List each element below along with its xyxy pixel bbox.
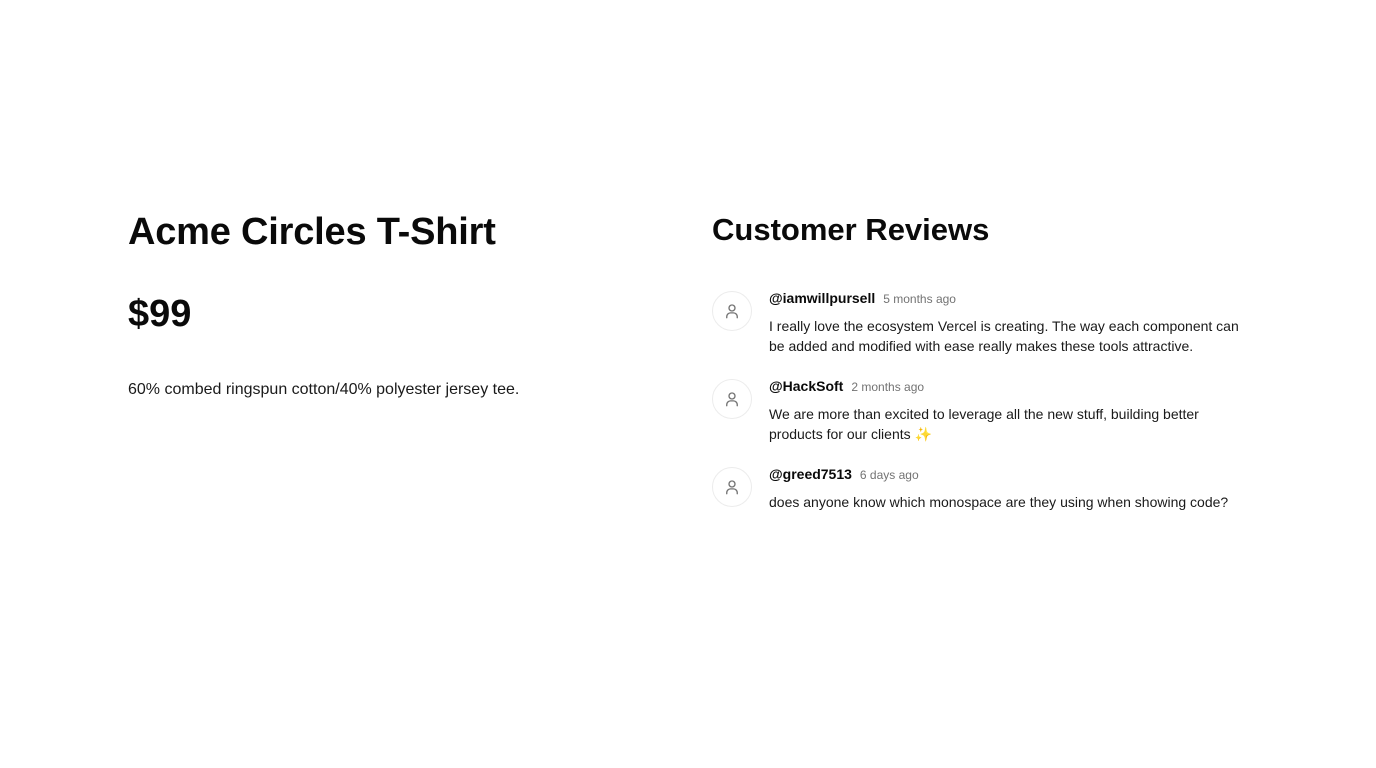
review-username: @greed7513 bbox=[769, 466, 852, 482]
user-icon bbox=[726, 480, 738, 495]
review-list: @iamwillpursell 5 months ago I really lo… bbox=[712, 290, 1252, 512]
avatar bbox=[712, 467, 752, 507]
review-timestamp: 5 months ago bbox=[883, 292, 956, 306]
review-username: @HackSoft bbox=[769, 378, 844, 394]
product-description: 60% combed ringspun cotton/40% polyester… bbox=[128, 381, 520, 398]
product-title: Acme Circles T-Shirt bbox=[128, 211, 496, 253]
avatar bbox=[712, 379, 752, 419]
review-text: I really love the ecosystem Vercel is cr… bbox=[769, 318, 1239, 354]
review-item: @iamwillpursell 5 months ago I really lo… bbox=[712, 290, 1252, 356]
review-body: @greed7513 6 days ago does anyone know w… bbox=[769, 466, 1249, 512]
review-timestamp: 2 months ago bbox=[851, 380, 925, 394]
avatar bbox=[712, 291, 752, 331]
review-username: @iamwillpursell bbox=[769, 290, 876, 306]
review-header: @greed7513 6 days ago bbox=[769, 466, 1249, 486]
review-text: does anyone know which monospace are the… bbox=[769, 494, 1229, 510]
review-item: @HackSoft 2 months ago We are more than … bbox=[712, 378, 1252, 444]
reviews-title: Customer Reviews bbox=[712, 212, 990, 247]
review-body: @HackSoft 2 months ago We are more than … bbox=[769, 378, 1249, 444]
review-text: We are more than excited to leverage all… bbox=[769, 406, 1199, 442]
user-icon bbox=[726, 304, 738, 319]
page: Acme Circles T-Shirt $99 60% combed ring… bbox=[0, 0, 1376, 768]
product-details: Acme Circles T-Shirt $99 60% combed ring… bbox=[128, 208, 648, 402]
review-header: @iamwillpursell 5 months ago bbox=[769, 290, 1249, 310]
customer-reviews: Customer Reviews @iamwillpursell 5 month… bbox=[712, 208, 1252, 534]
user-icon bbox=[726, 392, 738, 407]
review-header: @HackSoft 2 months ago bbox=[769, 378, 1249, 398]
review-body: @iamwillpursell 5 months ago I really lo… bbox=[769, 290, 1249, 356]
review-item: @greed7513 6 days ago does anyone know w… bbox=[712, 466, 1252, 512]
product-price: $99 bbox=[128, 293, 192, 335]
review-timestamp: 6 days ago bbox=[859, 468, 919, 482]
